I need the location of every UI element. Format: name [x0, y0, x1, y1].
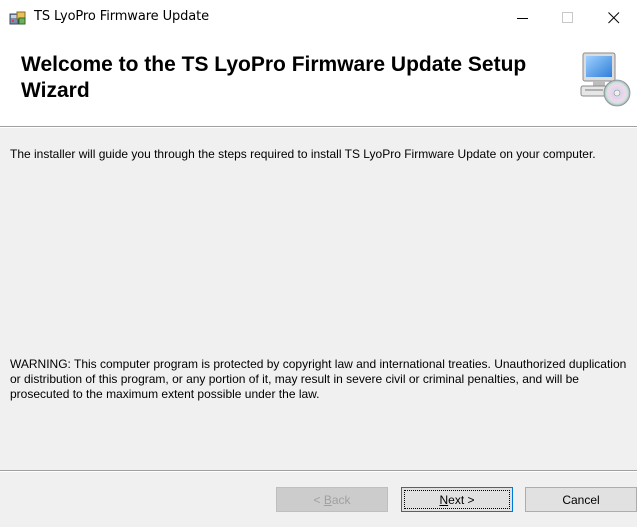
footer-divider-highlight [0, 471, 637, 472]
page-title: Welcome to the TS LyoPro Firmware Update… [21, 53, 527, 102]
maximize-icon [562, 12, 573, 23]
installer-icon [9, 10, 27, 26]
wizard-header: Welcome to the TS LyoPro Firmware Update… [0, 36, 637, 126]
back-button-accel: B [323, 492, 332, 507]
close-button[interactable] [591, 0, 637, 36]
minimize-icon [517, 18, 528, 19]
cancel-button[interactable]: Cancel [525, 487, 637, 512]
back-button-prefix: < [313, 492, 324, 507]
copyright-warning-text: WARNING: This computer program is protec… [10, 357, 627, 401]
focus-rectangle [404, 490, 510, 509]
close-icon [608, 12, 620, 24]
computer-cd-icon [579, 51, 633, 107]
maximize-button[interactable] [545, 0, 591, 36]
back-button-label: ack [331, 492, 351, 507]
header-divider-highlight [0, 127, 637, 128]
minimize-button[interactable] [500, 0, 546, 36]
installer-window: TS LyoPro Firmware Update Welcome to the… [0, 0, 637, 527]
next-button[interactable]: Next > [401, 487, 513, 512]
intro-text: The installer will guide you through the… [10, 147, 596, 161]
back-button[interactable]: < Back [276, 487, 388, 512]
title-bar[interactable]: TS LyoPro Firmware Update [0, 0, 637, 36]
cancel-button-label: Cancel [562, 492, 600, 507]
window-title: TS LyoPro Firmware Update [34, 9, 210, 24]
